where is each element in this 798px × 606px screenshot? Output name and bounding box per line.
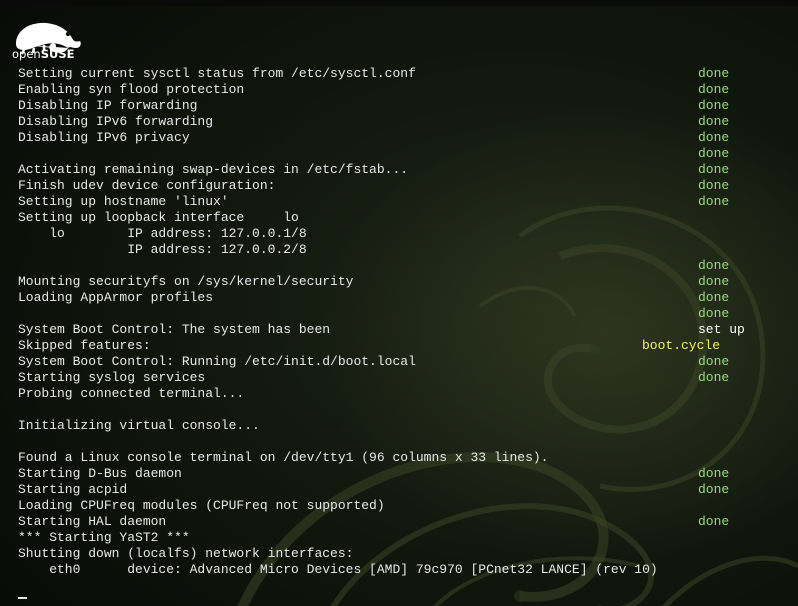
console-line-text: Disabling IP forwarding: [18, 98, 198, 113]
console-line: Shutting down (localfs) network interfac…: [0, 546, 798, 562]
console-line: Skipped features: boot.cycle: [0, 338, 798, 354]
status-label: done: [698, 514, 730, 529]
console-line: Starting syslog services done: [0, 370, 798, 386]
status-label: done: [698, 146, 730, 161]
console-line-text: eth0 device: Advanced Micro Devices [AMD…: [18, 562, 658, 577]
console-line: Loading AppArmor profiles done: [0, 290, 798, 306]
console-line-text: lo IP address: 127.0.0.1/8: [18, 226, 307, 241]
console-line-text: *** Starting YaST2 ***: [18, 530, 190, 545]
console-line-text: System Boot Control: Running /etc/init.d…: [18, 354, 416, 369]
status-label: done: [698, 178, 730, 193]
console-line-text: Found a Linux console terminal on /dev/t…: [18, 450, 549, 465]
console-line: Mounting securityfs on /sys/kernel/secur…: [0, 274, 798, 290]
console-line: *** Starting YaST2 ***: [0, 530, 798, 546]
console-line-text: Probing connected terminal...: [18, 386, 245, 401]
console-line-text: Disabling IPv6 privacy: [18, 130, 190, 145]
console-line-text: Skipped features:: [18, 338, 151, 353]
console-line: Initializing virtual console...: [0, 418, 798, 434]
console-line: done: [0, 306, 798, 322]
opensuse-logo-text: openSUSE: [12, 47, 75, 61]
status-label: done: [698, 258, 730, 273]
console-line-text: Initializing virtual console...: [18, 418, 260, 433]
console-line: Disabling IP forwarding done: [0, 98, 798, 114]
console-line: Probing connected terminal...: [0, 386, 798, 402]
console-line-text: Shutting down (localfs) network interfac…: [18, 546, 354, 561]
console-output: Setting current sysctl status from /etc/…: [0, 66, 798, 578]
console-line-text: Finish udev device configuration:: [18, 178, 276, 193]
status-label: done: [698, 162, 730, 177]
console-line: Disabling IPv6 forwarding done: [0, 114, 798, 130]
status-label: done: [698, 82, 730, 97]
console-line: Setting up hostname 'linux' done: [0, 194, 798, 210]
status-label: done: [698, 290, 730, 305]
console-line-text: Activating remaining swap-devices in /et…: [18, 162, 409, 177]
console-line: done: [0, 146, 798, 162]
console-line: IP address: 127.0.0.2/8: [0, 242, 798, 258]
status-label: done: [698, 114, 730, 129]
console-line-text: Enabling syn flood protection: [18, 82, 245, 97]
status-label: done: [698, 194, 730, 209]
console-line-text: Loading CPUFreq modules (CPUFreq not sup…: [18, 498, 385, 513]
terminal-cursor: [18, 597, 27, 599]
console-line: Enabling syn flood protection done: [0, 82, 798, 98]
console-line: Setting current sysctl status from /etc/…: [0, 66, 798, 82]
status-label: done: [698, 370, 730, 385]
status-label: done: [698, 274, 730, 289]
status-label: done: [698, 466, 730, 481]
console-line: done: [0, 258, 798, 274]
status-label: done: [698, 482, 730, 497]
console-line: System Boot Control: The system has been…: [0, 322, 798, 338]
console-line-text: Setting current sysctl status from /etc/…: [18, 66, 416, 81]
console-line-text: Starting D-Bus daemon: [18, 466, 182, 481]
console-line: Finish udev device configuration: done: [0, 178, 798, 194]
console-line-text: System Boot Control: The system has been: [18, 322, 331, 337]
status-label: set up: [698, 322, 745, 337]
console-line-text: Starting HAL daemon: [18, 514, 167, 529]
console-line-text: Starting syslog services: [18, 370, 206, 385]
console-line: lo IP address: 127.0.0.1/8: [0, 226, 798, 242]
console-line: Disabling IPv6 privacy done: [0, 130, 798, 146]
console-line: Loading CPUFreq modules (CPUFreq not sup…: [0, 498, 798, 514]
status-label: done: [698, 354, 730, 369]
console-line: Activating remaining swap-devices in /et…: [0, 162, 798, 178]
console-line: System Boot Control: Running /etc/init.d…: [0, 354, 798, 370]
console-line: eth0 device: Advanced Micro Devices [AMD…: [0, 562, 798, 578]
console-line-text: Starting acpid: [18, 482, 128, 497]
boot-console-screen: openSUSE Setting current sysctl status f…: [0, 0, 798, 606]
status-label: done: [698, 66, 730, 81]
console-line-text: Mounting securityfs on /sys/kernel/secur…: [18, 274, 354, 289]
status-label: done: [698, 98, 730, 113]
status-label: boot.cycle: [642, 338, 721, 353]
console-line: Found a Linux console terminal on /dev/t…: [0, 450, 798, 466]
console-line-text: Loading AppArmor profiles: [18, 290, 214, 305]
console-line: Starting HAL daemon done: [0, 514, 798, 530]
console-line: Starting D-Bus daemon done: [0, 466, 798, 482]
console-line-text: IP address: 127.0.0.2/8: [18, 242, 307, 257]
console-line-text: Setting up loopback interface lo: [18, 210, 299, 225]
status-label: done: [698, 130, 730, 145]
status-label: done: [698, 306, 730, 321]
console-line: Setting up loopback interface lo: [0, 210, 798, 226]
console-line-text: Disabling IPv6 forwarding: [18, 114, 214, 129]
console-line: Starting acpid done: [0, 482, 798, 498]
console-line-text: Setting up hostname 'linux': [18, 194, 229, 209]
